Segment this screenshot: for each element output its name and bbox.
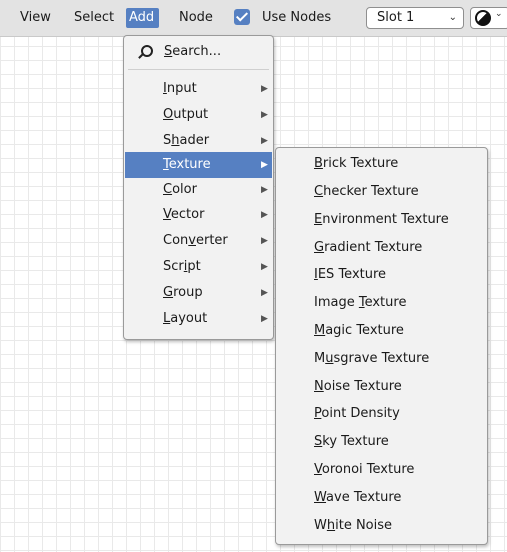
menu-add[interactable]: Add bbox=[126, 8, 159, 28]
menu-separator bbox=[128, 69, 269, 70]
menu-item-converter[interactable]: Converter ▶ bbox=[125, 228, 272, 254]
add-menu: Search... Input ▶ Output ▶ Shader ▶ Text… bbox=[123, 35, 274, 340]
menu-item-image-texture[interactable]: Image Texture bbox=[277, 289, 486, 317]
menu-item-input[interactable]: Input ▶ bbox=[125, 76, 272, 102]
submenu-arrow-icon: ▶ bbox=[261, 84, 268, 94]
menu-item-shader[interactable]: Shader ▶ bbox=[125, 128, 272, 154]
chevron-down-icon: ⌄ bbox=[448, 12, 457, 23]
menu-item-musgrave-texture[interactable]: Musgrave Texture bbox=[277, 345, 486, 373]
menu-item-output[interactable]: Output ▶ bbox=[125, 102, 272, 128]
submenu-arrow-icon: ▶ bbox=[261, 136, 268, 146]
menu-item-color[interactable]: Color ▶ bbox=[125, 177, 272, 203]
menu-item-vector[interactable]: Vector ▶ bbox=[125, 202, 272, 228]
chevron-down-icon: ⌄ bbox=[495, 9, 503, 19]
submenu-arrow-icon: ▶ bbox=[261, 288, 268, 298]
slot-value: Slot 1 bbox=[377, 10, 415, 25]
menu-item-group[interactable]: Group ▶ bbox=[125, 280, 272, 306]
submenu-arrow-icon: ▶ bbox=[261, 236, 268, 246]
search-item[interactable]: Search... bbox=[124, 37, 273, 67]
menu-item-gradient-texture[interactable]: Gradient Texture bbox=[277, 234, 486, 262]
submenu-arrow-icon: ▶ bbox=[261, 262, 268, 272]
menu-item-layout[interactable]: Layout ▶ bbox=[125, 306, 272, 332]
menu-item-script[interactable]: Script ▶ bbox=[125, 254, 272, 280]
submenu-arrow-icon: ▶ bbox=[261, 160, 268, 170]
menu-item-magic-texture[interactable]: Magic Texture bbox=[277, 317, 486, 345]
menu-item-wave-texture[interactable]: Wave Texture bbox=[277, 484, 486, 512]
shading-ball-icon bbox=[475, 10, 491, 26]
menu-item-noise-texture[interactable]: Noise Texture bbox=[277, 373, 486, 401]
search-icon bbox=[141, 45, 153, 57]
node-editor-header: View Select Add Node Use Nodes Slot 1 ⌄ … bbox=[0, 0, 507, 37]
menu-view[interactable]: View bbox=[16, 8, 55, 28]
submenu-arrow-icon: ▶ bbox=[261, 110, 268, 120]
menu-select[interactable]: Select bbox=[70, 8, 118, 28]
use-nodes-label: Use Nodes bbox=[262, 10, 332, 25]
submenu-arrow-icon: ▶ bbox=[261, 314, 268, 324]
shading-mode-dropdown[interactable]: ⌄ bbox=[470, 7, 507, 29]
menu-item-brick-texture[interactable]: Brick Texture bbox=[277, 150, 486, 178]
menu-item-environment-texture[interactable]: Environment Texture bbox=[277, 206, 486, 234]
menu-node[interactable]: Node bbox=[175, 8, 217, 28]
texture-submenu: Brick Texture Checker Texture Environmen… bbox=[275, 147, 488, 545]
menu-item-point-density[interactable]: Point Density bbox=[277, 400, 486, 428]
search-label: Search... bbox=[164, 44, 222, 59]
use-nodes-checkbox[interactable] bbox=[234, 9, 250, 25]
slot-dropdown[interactable]: Slot 1 ⌄ bbox=[366, 7, 464, 29]
submenu-arrow-icon: ▶ bbox=[261, 185, 268, 195]
menu-item-sky-texture[interactable]: Sky Texture bbox=[277, 428, 486, 456]
menu-item-texture[interactable]: Texture ▶ bbox=[125, 152, 272, 178]
menu-item-ies-texture[interactable]: IES Texture bbox=[277, 261, 486, 289]
menu-item-voronoi-texture[interactable]: Voronoi Texture bbox=[277, 456, 486, 484]
submenu-arrow-icon: ▶ bbox=[261, 210, 268, 220]
menu-item-checker-texture[interactable]: Checker Texture bbox=[277, 178, 486, 206]
menu-item-white-noise[interactable]: White Noise bbox=[277, 512, 486, 540]
